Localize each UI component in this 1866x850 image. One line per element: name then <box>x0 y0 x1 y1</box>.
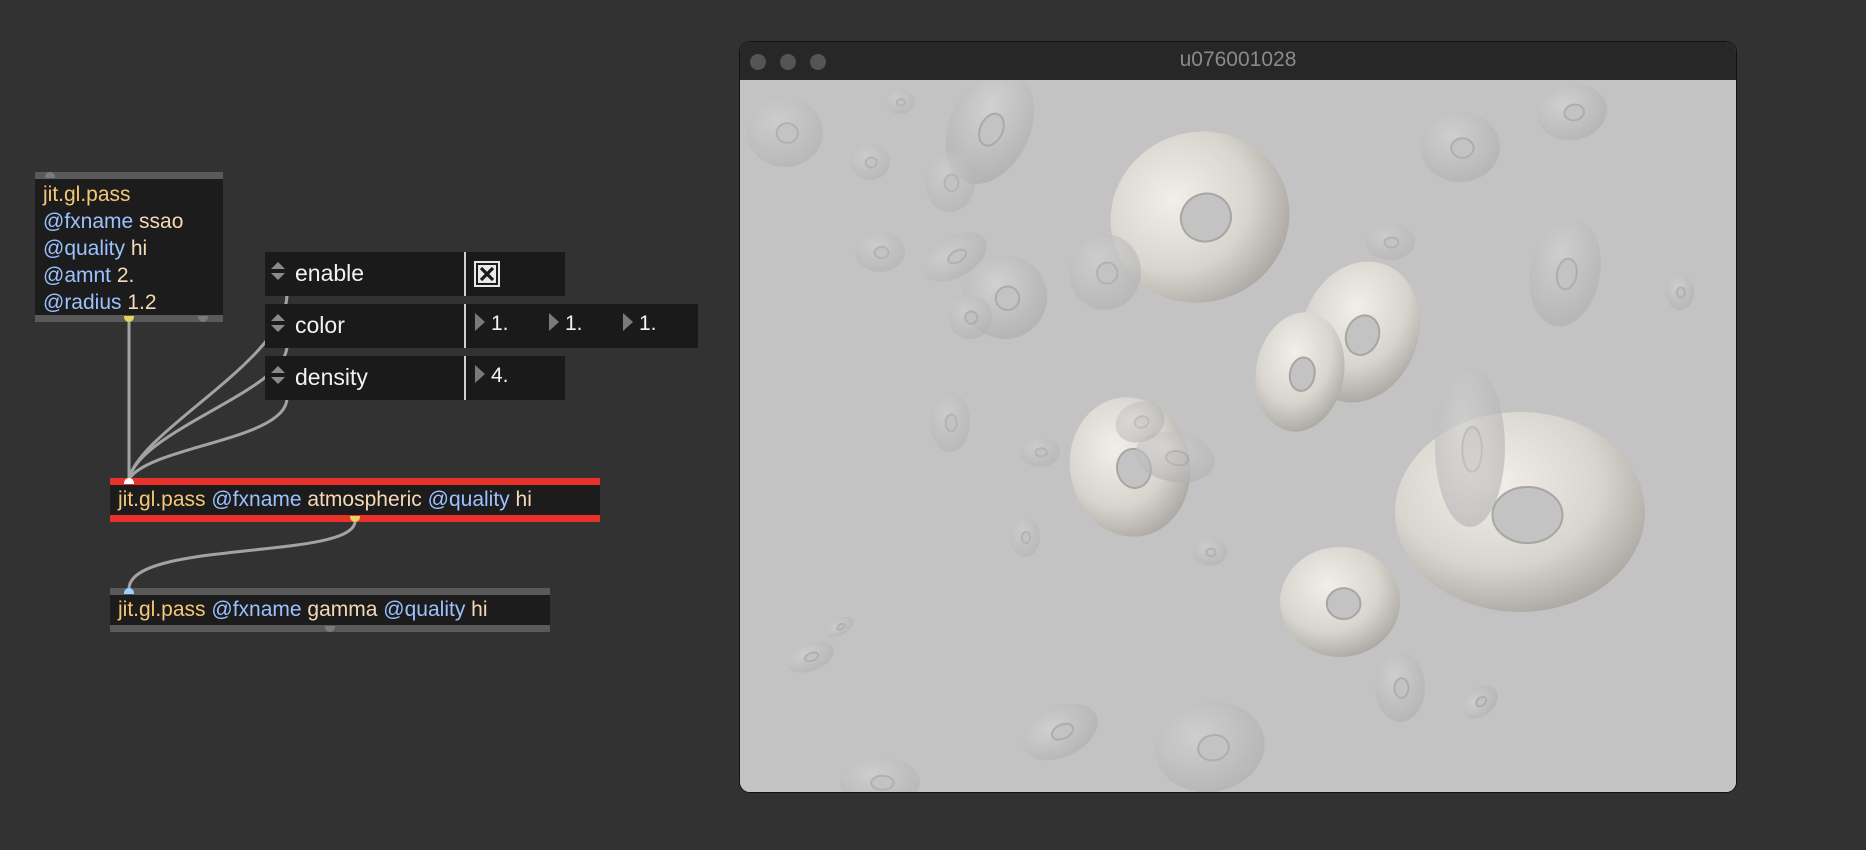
triangle-right-icon <box>475 365 485 384</box>
torus-shape <box>1193 538 1227 566</box>
ssao-inlet[interactable] <box>45 172 55 178</box>
rendered-scene-image <box>740 80 1736 792</box>
param-color[interactable]: color 1. 1. 1. <box>265 304 698 348</box>
torus-shape <box>1666 274 1694 310</box>
torus-shape <box>1420 112 1500 182</box>
color-r-number[interactable]: 1. <box>475 312 509 336</box>
cord-density-to-atmos <box>127 396 289 481</box>
density-number[interactable]: 4. <box>475 364 509 388</box>
selection-top-border <box>110 478 600 485</box>
torus-shape <box>1010 517 1040 557</box>
cord-color-to-atmos <box>127 344 289 481</box>
render-window[interactable]: u076001028 <box>740 42 1736 792</box>
jit-gl-pass-gamma-object[interactable]: jit.gl.pass @fxname gamma @quality hi <box>110 588 550 632</box>
gamma-text: jit.gl.pass @fxname gamma @quality hi <box>118 598 488 621</box>
triangle-right-icon <box>475 313 485 332</box>
torus-shape <box>747 97 823 167</box>
gamma-top-bar <box>110 588 550 595</box>
triangle-right-icon <box>549 313 559 332</box>
ssao-line: @radius 1.2 <box>43 291 157 314</box>
param-enable[interactable]: enable <box>265 252 565 296</box>
gamma-inlet[interactable] <box>124 588 134 594</box>
torus-shape <box>1375 652 1425 722</box>
param-divider <box>464 304 466 348</box>
cord-atmos-to-gamma <box>127 519 357 591</box>
jit-gl-pass-atmospheric-object[interactable]: jit.gl.pass @fxname atmospheric @quality… <box>110 478 600 522</box>
torus-shape <box>925 152 975 212</box>
color-g-number[interactable]: 1. <box>549 312 583 336</box>
atmos-inlet[interactable] <box>124 478 134 484</box>
param-density-label: density <box>295 364 368 390</box>
jit-gl-pass-ssao-object[interactable]: jit.gl.pass @fxname ssao @quality hi @amnt … <box>35 172 223 322</box>
ssao-line: jit.gl.pass <box>43 183 131 206</box>
ssao-line: @fxname ssao <box>43 210 184 233</box>
ssao-text: jit.gl.pass @fxname ssao @quality hi @amnt … <box>43 181 183 316</box>
ssao-line: @quality hi <box>43 237 148 260</box>
param-enable-label: enable <box>295 260 365 286</box>
torus-shape <box>948 295 992 339</box>
ssao-line: @amnt 2. <box>43 264 135 287</box>
stepper-icon[interactable] <box>271 310 285 342</box>
torus-shape <box>1280 547 1400 657</box>
ssao-top-bar <box>35 172 223 179</box>
atmos-text: jit.gl.pass @fxname atmospheric @quality… <box>118 488 532 511</box>
torus-shape <box>1069 234 1141 310</box>
torus-shape <box>855 232 905 272</box>
param-density[interactable]: density 4. <box>265 356 565 400</box>
torus-shape <box>1435 367 1505 527</box>
window-title: u076001028 <box>1179 48 1297 71</box>
window-titlebar[interactable]: u076001028 <box>740 42 1736 80</box>
torus-shape <box>1020 437 1060 467</box>
param-divider <box>464 252 466 296</box>
triangle-right-icon <box>623 313 633 332</box>
color-b-number[interactable]: 1. <box>623 312 657 336</box>
param-divider <box>464 356 466 400</box>
torus-shape <box>885 90 915 114</box>
param-color-label: color <box>295 312 345 338</box>
torus-shape <box>1365 224 1415 260</box>
stepper-icon[interactable] <box>271 362 285 394</box>
torus-shape <box>930 392 970 452</box>
enable-checkbox-icon[interactable] <box>474 261 500 287</box>
torus-shape <box>1395 412 1645 612</box>
stepper-icon[interactable] <box>271 258 285 290</box>
torus-shape <box>850 144 890 180</box>
